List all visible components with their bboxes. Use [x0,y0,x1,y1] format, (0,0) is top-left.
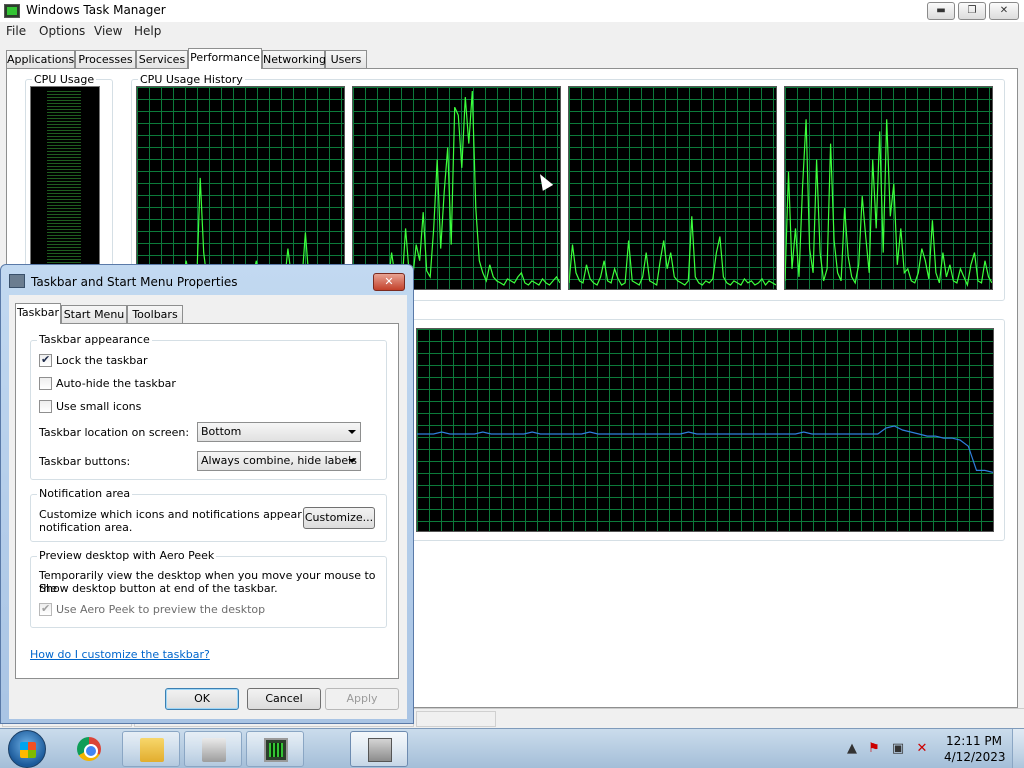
clock-time[interactable]: 12:11 PM [944,734,1004,748]
taskbar-location-value: Bottom [201,425,242,438]
aero-peek-checkbox [39,602,52,616]
menu-options[interactable]: Options [39,24,85,38]
memory-history-graph [416,328,994,532]
tab-users[interactable]: Users [325,50,367,68]
aero-peek-description-line2: Show desktop button at end of the taskba… [39,582,278,595]
aero-peek-label: Preview desktop with Aero Peek [37,549,217,562]
folder-icon [140,738,164,762]
menu-view[interactable]: View [94,24,122,38]
show-hidden-icons[interactable]: ▲ [844,741,860,757]
volume-muted-icon[interactable]: ✕ [914,741,930,757]
notification-area-group: Notification area Customize which icons … [30,487,387,542]
maximize-button[interactable]: ❐ [958,2,986,20]
apply-button: Apply [325,688,399,710]
autohide-taskbar-checkbox[interactable] [39,376,52,390]
history-line [417,425,994,473]
cpu-history-graph-core-1 [136,86,345,290]
taskbar-properties-icon [368,738,392,762]
printer-icon [202,738,226,762]
customize-button[interactable]: Customize... [303,507,375,529]
cpu-usage-meter [30,86,100,286]
cpu-history-label: CPU Usage History [138,73,245,86]
tab-networking[interactable]: Networking [262,50,326,68]
notification-area-label: Notification area [37,487,133,500]
chrome-icon [77,737,101,761]
taskbar-properties-dialog: Taskbar and Start Menu Properties ✕ Task… [0,264,414,724]
network-icon[interactable]: ▣ [890,741,906,757]
taskbar-location-dropdown[interactable]: Bottom [197,422,361,442]
cpu-history-graph-core-3 [568,86,777,290]
cpu-history-graph-core-4 [784,86,993,290]
small-icons-row[interactable]: Use small icons [39,399,141,413]
dialog-close-button[interactable]: ✕ [373,273,405,291]
task-manager-icon [264,738,288,762]
task-manager-icon [4,4,20,18]
cpu-usage-label: CPU Usage [32,73,97,86]
dialog-titlebar[interactable]: Taskbar and Start Menu Properties ✕ [1,265,413,295]
taskbar-buttons-value: Always combine, hide labels [201,454,357,467]
dialog-body: Taskbar Start Menu Toolbars Taskbar appe… [9,295,407,719]
status-cell-memory [416,711,496,727]
chevron-down-icon [348,459,356,463]
menu-help[interactable]: Help [134,24,161,38]
history-line [569,216,776,287]
tab-performance[interactable]: Performance [188,48,262,69]
taskbar-buttons-label: Taskbar buttons: [39,455,131,468]
taskbar-location-label: Taskbar location on screen: [39,426,190,439]
clock-date[interactable]: 4/12/2023 [944,750,1006,764]
taskbar-properties-icon [9,274,25,288]
task-manager-titlebar[interactable]: Windows Task Manager ▬ ❐ ✕ [0,0,1024,22]
taskbar-explorer[interactable] [122,731,180,767]
taskbar-task-manager[interactable] [246,731,304,767]
tab-services[interactable]: Services [136,50,188,68]
taskbar-tab-panel: Taskbar appearance Lock the taskbar Auto… [15,323,399,679]
help-link[interactable]: How do I customize the taskbar? [30,648,210,661]
taskbar-properties[interactable] [350,731,408,767]
tab-applications[interactable]: Applications [6,50,75,68]
notification-area-description-line1: Customize which icons and notifications … [39,508,337,521]
aero-peek-row: Use Aero Peek to preview the desktop [39,602,265,616]
window-title: Windows Task Manager [26,3,166,17]
lock-taskbar-checkbox[interactable] [39,353,52,367]
close-button[interactable]: ✕ [989,2,1019,20]
cancel-button[interactable]: Cancel [247,688,321,710]
taskbar-printers[interactable] [184,731,242,767]
menu-bar: File Options View Help [0,22,1024,42]
start-button[interactable] [8,730,46,768]
aero-peek-group: Preview desktop with Aero Peek Temporari… [30,549,387,628]
lock-taskbar-row[interactable]: Lock the taskbar [39,353,148,367]
autohide-taskbar-label: Auto-hide the taskbar [56,376,176,390]
action-center-icon[interactable]: ⚑ [866,741,882,757]
notification-area-description-line2: notification area. [39,521,133,534]
autohide-taskbar-row[interactable]: Auto-hide the taskbar [39,376,176,390]
taskbar-appearance-label: Taskbar appearance [37,333,152,346]
menu-file[interactable]: File [6,24,26,38]
taskbar-buttons-dropdown[interactable]: Always combine, hide labels [197,451,361,471]
cpu-history-graph-core-2 [352,86,561,290]
show-desktop-button[interactable] [1012,729,1024,768]
tab-processes[interactable]: Processes [75,50,136,68]
taskbar-chrome[interactable] [60,731,118,767]
taskbar-appearance-group: Taskbar appearance Lock the taskbar Auto… [30,333,387,480]
ok-button[interactable]: OK [165,688,239,710]
minimize-button[interactable]: ▬ [927,2,955,20]
history-line [353,90,560,286]
small-icons-checkbox[interactable] [39,399,52,413]
tab-toolbars[interactable]: Toolbars [127,305,183,323]
tab-start-menu[interactable]: Start Menu [61,305,127,323]
taskbar: ▲ ⚑ ▣ ✕ 12:11 PM 4/12/2023 [0,728,1024,768]
small-icons-label: Use small icons [56,399,142,413]
dialog-title: Taskbar and Start Menu Properties [31,275,238,289]
cpu-usage-group: CPU Usage [25,73,113,289]
history-line [785,119,992,288]
chevron-down-icon [348,430,356,434]
tab-taskbar[interactable]: Taskbar [15,303,61,324]
aero-peek-checkbox-label: Use Aero Peek to preview the desktop [56,602,266,616]
lock-taskbar-label: Lock the taskbar [56,353,148,367]
